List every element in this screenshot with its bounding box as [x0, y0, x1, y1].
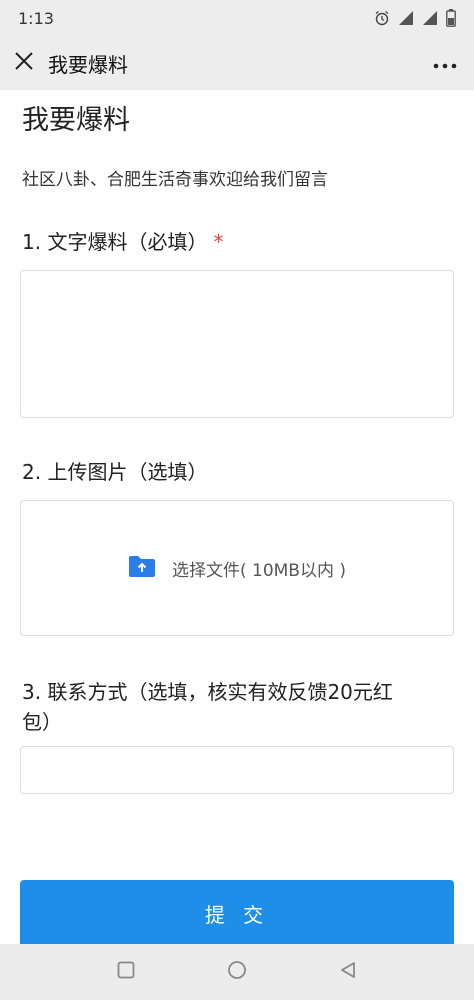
upload-label: 选择文件( 10MB以内 ) [171, 560, 347, 581]
folder-upload-icon [128, 554, 156, 582]
home-icon [227, 960, 247, 984]
required-mark: * [213, 230, 224, 254]
file-upload-area[interactable]: 选择文件( 10MB以内 ) [20, 500, 454, 636]
home-button[interactable] [217, 952, 257, 992]
system-nav-bar [0, 944, 474, 1000]
status-icons [374, 9, 456, 27]
battery-icon [446, 9, 456, 27]
alarm-icon [374, 10, 390, 26]
back-icon [339, 961, 357, 983]
question-3-label-line1: 3. 联系方式（选填，核实有效反馈20元红 [22, 680, 393, 704]
question-2-label: 2. 上传图片（选填） [22, 460, 208, 484]
page-title: 我要爆料 [22, 105, 130, 136]
close-button[interactable] [2, 36, 46, 90]
nav-title: 我要爆料 [48, 52, 128, 77]
recent-apps-icon [117, 961, 135, 983]
back-button[interactable] [328, 952, 368, 992]
question-1-text: 1. 文字爆料（必填） [22, 230, 208, 254]
question-1-label: 1. 文字爆料（必填） * [22, 226, 223, 255]
contact-input[interactable] [20, 746, 454, 794]
4g-signal-icon [398, 10, 414, 26]
close-icon [14, 51, 34, 75]
text-report-textarea[interactable] [20, 270, 454, 418]
recent-apps-button[interactable] [106, 952, 146, 992]
status-bar: 1:13 [0, 0, 474, 36]
title-bar: 我要爆料 [0, 36, 474, 90]
status-time: 1:13 [18, 8, 54, 28]
more-button[interactable] [430, 50, 460, 76]
more-icon [433, 54, 457, 73]
question-3-label-line2: 包） [22, 710, 62, 734]
signal-icon [422, 10, 438, 26]
page-subtitle: 社区八卦、合肥生活奇事欢迎给我们留言 [22, 170, 328, 190]
submit-button[interactable]: 提 交 [20, 880, 454, 946]
